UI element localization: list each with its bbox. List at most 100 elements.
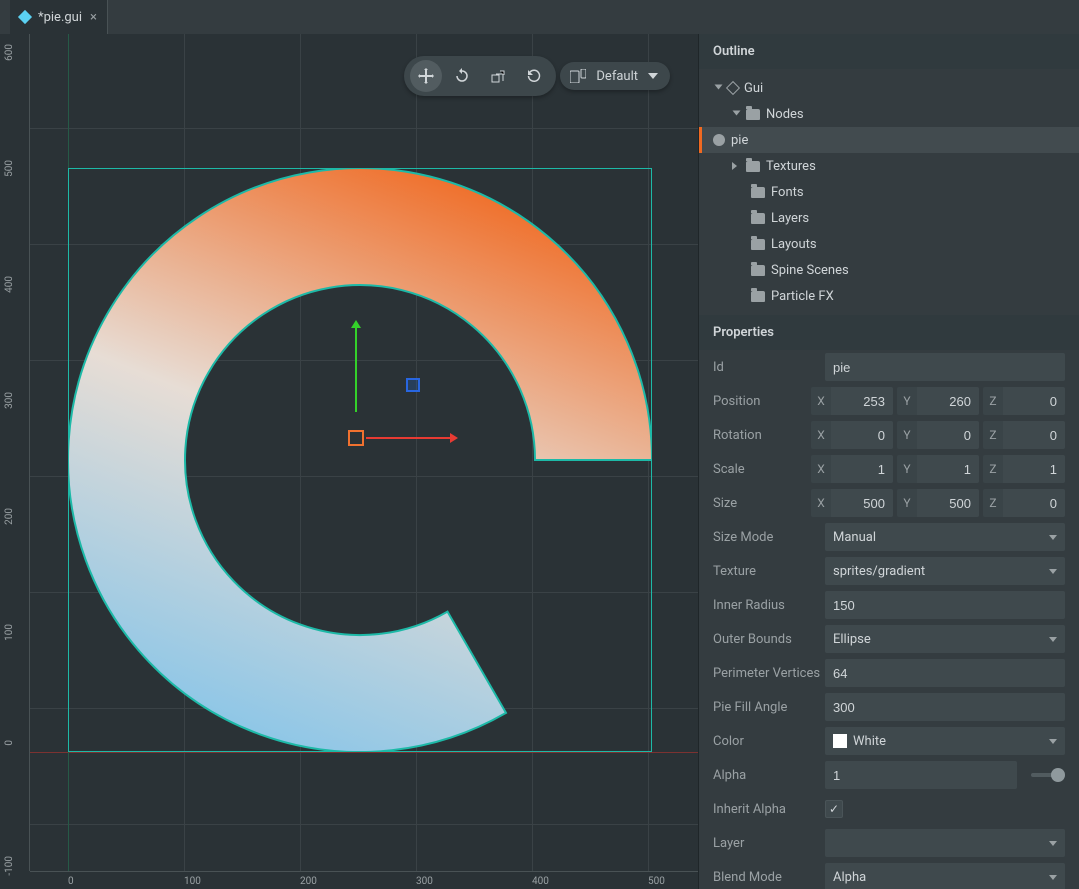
tree-label: Layers <box>771 211 809 226</box>
layout-dropdown-label: Default <box>596 69 638 84</box>
tree-label: Nodes <box>766 107 804 122</box>
texture-value: sprites/gradient <box>833 564 925 579</box>
position-y[interactable] <box>917 387 979 415</box>
disclosure-icon[interactable] <box>733 111 741 120</box>
prop-label-texture: Texture <box>713 564 825 579</box>
disclosure-icon[interactable] <box>715 85 723 94</box>
folder-icon <box>751 213 765 224</box>
inherit-alpha-checkbox[interactable] <box>825 800 843 818</box>
view-toolbar: Default <box>404 56 670 96</box>
position-z[interactable] <box>1003 387 1065 415</box>
tree-row-textures[interactable]: Textures <box>699 153 1079 179</box>
rotation-x[interactable] <box>831 421 893 449</box>
tree-row-folder[interactable]: Spine Scenes <box>699 257 1079 283</box>
ruler-tick: 500 <box>648 876 665 887</box>
tree-row-gui[interactable]: Gui <box>699 75 1079 101</box>
folder-icon <box>746 109 760 120</box>
inner-radius-field[interactable] <box>825 591 1065 619</box>
file-tab[interactable]: *pie.gui × <box>10 0 108 34</box>
prop-label-inherit-alpha: Inherit Alpha <box>713 802 825 817</box>
tree-label: Textures <box>766 159 816 174</box>
position-x[interactable] <box>831 387 893 415</box>
outline-tree[interactable]: Gui Nodes pie Textures Fonts Layers Layout… <box>699 69 1079 315</box>
refresh-button[interactable] <box>518 60 550 92</box>
layer-select[interactable] <box>825 829 1065 857</box>
size-y[interactable] <box>917 489 979 517</box>
move-tool-button[interactable] <box>410 60 442 92</box>
prop-label-blend: Blend Mode <box>713 870 825 885</box>
tree-label: Particle FX <box>771 289 834 304</box>
size-z[interactable] <box>1003 489 1065 517</box>
alpha-slider[interactable] <box>1031 773 1065 777</box>
scene-view[interactable]: -1000100200300400500600 0100200300400500 <box>0 34 698 889</box>
prop-label-alpha: Alpha <box>713 768 825 783</box>
gizmo-x-axis[interactable] <box>366 437 456 439</box>
prop-label-rotation: Rotation <box>713 428 811 443</box>
ruler-vertical: -1000100200300400500600 <box>0 34 30 871</box>
refresh-icon <box>526 68 542 84</box>
ruler-horizontal: 0100200300400500 <box>30 871 698 889</box>
tree-row-folder[interactable]: Layouts <box>699 231 1079 257</box>
chevron-down-icon <box>1049 637 1057 646</box>
chevron-down-icon <box>1049 739 1057 748</box>
tree-label: Spine Scenes <box>771 263 849 278</box>
gizmo-xy-plane[interactable] <box>406 378 420 392</box>
folder-icon <box>751 291 765 302</box>
scale-y[interactable] <box>917 455 979 483</box>
scale-x[interactable] <box>831 455 893 483</box>
tree-row-folder[interactable]: Fonts <box>699 179 1079 205</box>
ruler-tick: 0 <box>68 876 74 887</box>
close-icon[interactable]: × <box>90 10 97 25</box>
ruler-tick: 400 <box>532 876 549 887</box>
ruler-tick: 200 <box>300 876 317 887</box>
tree-row-pie[interactable]: pie <box>699 127 1079 153</box>
folder-icon <box>751 239 765 250</box>
gizmo-origin[interactable] <box>348 430 364 446</box>
pie-fill-angle-field[interactable] <box>825 693 1065 721</box>
properties-title: Properties <box>699 315 1079 350</box>
rotate-icon <box>454 68 470 84</box>
ruler-tick: 300 <box>4 392 15 409</box>
rotation-y[interactable] <box>917 421 979 449</box>
tree-row-folder[interactable]: Layers <box>699 205 1079 231</box>
prop-label-sizemode: Size Mode <box>713 530 825 545</box>
sizemode-select[interactable]: Manual <box>825 523 1065 551</box>
ruler-tick: 100 <box>4 624 15 641</box>
size-x[interactable] <box>831 489 893 517</box>
prop-label-layer: Layer <box>713 836 825 851</box>
texture-select[interactable]: sprites/gradient <box>825 557 1065 585</box>
tree-row-nodes[interactable]: Nodes <box>699 101 1079 127</box>
ruler-tick: 200 <box>4 508 15 525</box>
pie-node-shape[interactable] <box>68 168 652 752</box>
gizmo-y-axis[interactable] <box>355 322 357 412</box>
chevron-down-icon <box>1049 569 1057 578</box>
slider-knob[interactable] <box>1051 768 1065 782</box>
layout-dropdown[interactable]: Default <box>560 62 670 90</box>
perimeter-vertices-field[interactable] <box>825 659 1065 687</box>
tree-label: Gui <box>744 81 763 96</box>
rotation-z[interactable] <box>1003 421 1065 449</box>
rotate-tool-button[interactable] <box>446 60 478 92</box>
tree-label: pie <box>731 133 748 148</box>
blend-mode-value: Alpha <box>833 870 866 885</box>
blend-mode-select[interactable]: Alpha <box>825 863 1065 889</box>
folder-icon <box>751 265 765 276</box>
ruler-tick: -100 <box>4 856 15 876</box>
alpha-field[interactable] <box>825 761 1017 789</box>
prop-label-outer-bounds: Outer Bounds <box>713 632 825 647</box>
tree-row-folder[interactable]: Particle FX <box>699 283 1079 309</box>
outer-bounds-select[interactable]: Ellipse <box>825 625 1065 653</box>
chevron-down-icon <box>1049 535 1057 544</box>
folder-icon <box>751 187 765 198</box>
color-select[interactable]: White <box>825 727 1065 755</box>
disclosure-icon[interactable] <box>732 162 741 170</box>
scale-icon <box>491 69 505 83</box>
id-field[interactable] <box>825 353 1065 381</box>
prop-label-fill-angle: Pie Fill Angle <box>713 700 825 715</box>
scale-z[interactable] <box>1003 455 1065 483</box>
scale-tool-button[interactable] <box>482 60 514 92</box>
prop-label-position: Position <box>713 394 811 409</box>
prop-label-size: Size <box>713 496 811 511</box>
chevron-down-icon <box>1049 841 1057 850</box>
prop-label-color: Color <box>713 734 825 749</box>
